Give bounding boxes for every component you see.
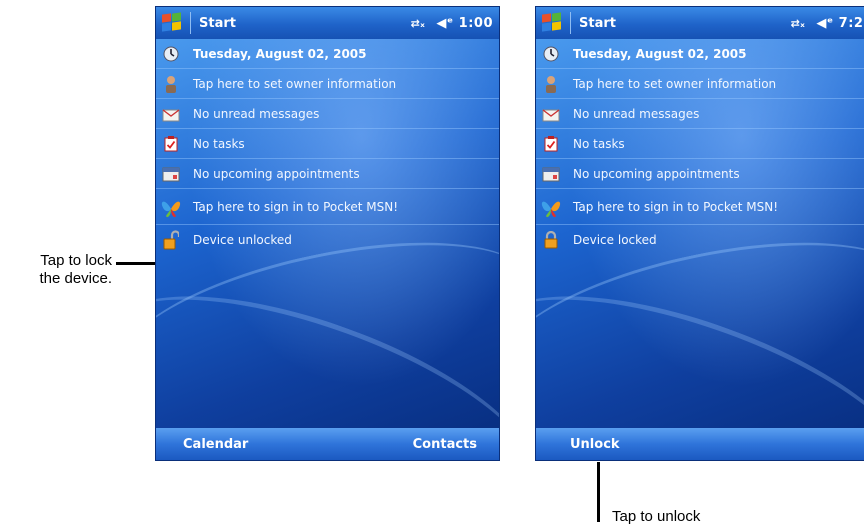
volume-icon[interactable]: ◀ᵉ — [436, 16, 453, 31]
soft-key-bar: Calendar Contacts — [156, 428, 499, 460]
volume-icon[interactable]: ◀ᵉ — [816, 16, 833, 31]
tasks-text: No tasks — [193, 136, 245, 151]
clock-time[interactable]: 7:23 — [839, 16, 864, 31]
contacts-softkey[interactable]: Contacts — [413, 437, 477, 452]
messages-text: No unread messages — [573, 106, 700, 121]
status-area[interactable]: ⇄ₓ ◀ᵉ 1:00 — [411, 16, 493, 31]
appointments-row[interactable]: No upcoming appointments — [156, 159, 499, 189]
unlock-callout: Tap to unlock — [612, 508, 701, 525]
messages-row[interactable]: No unread messages — [536, 99, 864, 129]
unlock-softkey[interactable]: Unlock — [570, 437, 620, 452]
windows-flag-icon[interactable] — [160, 12, 184, 34]
lock-callout-line2: the device. — [39, 270, 112, 287]
today-screen: Tuesday, August 02, 2005 Tap here to set… — [536, 39, 864, 460]
calendar-icon — [159, 163, 183, 185]
lock-status-text: Device unlocked — [193, 233, 292, 247]
appointments-text: No upcoming appointments — [573, 166, 740, 181]
today-date-row[interactable]: Tuesday, August 02, 2005 — [156, 39, 499, 69]
status-area[interactable]: ⇄ₓ ◀ᵉ 7:23 — [791, 16, 864, 31]
owner-icon — [159, 73, 183, 95]
envelope-icon — [539, 103, 563, 125]
device-lock-row[interactable]: Device locked — [536, 225, 864, 255]
tasks-icon — [539, 133, 563, 155]
connectivity-icon[interactable]: ⇄ₓ — [791, 17, 806, 30]
tasks-row[interactable]: No tasks — [156, 129, 499, 159]
calendar-softkey[interactable]: Calendar — [183, 437, 248, 452]
title-separator — [570, 12, 571, 34]
appointments-row[interactable]: No upcoming appointments — [536, 159, 864, 189]
today-date: Tuesday, August 02, 2005 — [193, 46, 367, 61]
tasks-icon — [159, 133, 183, 155]
connectivity-icon[interactable]: ⇄ₓ — [411, 17, 426, 30]
tasks-row[interactable]: No tasks — [536, 129, 864, 159]
unlock-callout-pointer — [597, 462, 600, 522]
owner-info-text: Tap here to set owner information — [193, 76, 397, 91]
msn-row[interactable]: Tap here to sign in to Pocket MSN! — [536, 189, 864, 225]
device-screen-unlocked: Start ⇄ₓ ◀ᵉ 1:00 Tuesday, August 02, 200… — [155, 6, 500, 461]
msn-text: Tap here to sign in to Pocket MSN! — [573, 199, 779, 214]
today-screen: Tuesday, August 02, 2005 Tap here to set… — [156, 39, 499, 460]
locked-padlock-icon[interactable] — [539, 229, 563, 251]
windows-flag-icon[interactable] — [540, 12, 564, 34]
owner-icon — [539, 73, 563, 95]
lock-callout: Tap to lock the device. — [4, 252, 112, 288]
msn-text: Tap here to sign in to Pocket MSN! — [193, 199, 399, 214]
clock-time[interactable]: 1:00 — [459, 16, 493, 31]
owner-info-text: Tap here to set owner information — [573, 76, 777, 91]
lock-status-text: Device locked — [573, 233, 657, 247]
envelope-icon — [159, 103, 183, 125]
title-bar: Start ⇄ₓ ◀ᵉ 1:00 — [156, 7, 499, 39]
start-menu-label[interactable]: Start — [579, 16, 791, 31]
title-bar: Start ⇄ₓ ◀ᵉ 7:23 — [536, 7, 864, 39]
today-date: Tuesday, August 02, 2005 — [573, 46, 747, 61]
msn-butterfly-icon — [159, 196, 183, 218]
soft-key-bar: Unlock — [536, 428, 864, 460]
today-date-row[interactable]: Tuesday, August 02, 2005 — [536, 39, 864, 69]
msn-butterfly-icon — [539, 196, 563, 218]
owner-info-row[interactable]: Tap here to set owner information — [536, 69, 864, 99]
device-screen-locked: Start ⇄ₓ ◀ᵉ 7:23 Tuesday, August 02, 200… — [535, 6, 864, 461]
appointments-text: No upcoming appointments — [193, 166, 360, 181]
device-lock-row[interactable]: Device unlocked — [156, 225, 499, 255]
messages-row[interactable]: No unread messages — [156, 99, 499, 129]
lock-callout-line1: Tap to lock — [40, 252, 112, 269]
messages-text: No unread messages — [193, 106, 320, 121]
unlocked-padlock-icon[interactable] — [159, 229, 183, 251]
title-separator — [190, 12, 191, 34]
calendar-icon — [539, 163, 563, 185]
start-menu-label[interactable]: Start — [199, 16, 411, 31]
clock-icon — [159, 43, 183, 65]
owner-info-row[interactable]: Tap here to set owner information — [156, 69, 499, 99]
tasks-text: No tasks — [573, 136, 625, 151]
lock-callout-pointer — [116, 262, 158, 265]
clock-icon — [539, 43, 563, 65]
msn-row[interactable]: Tap here to sign in to Pocket MSN! — [156, 189, 499, 225]
